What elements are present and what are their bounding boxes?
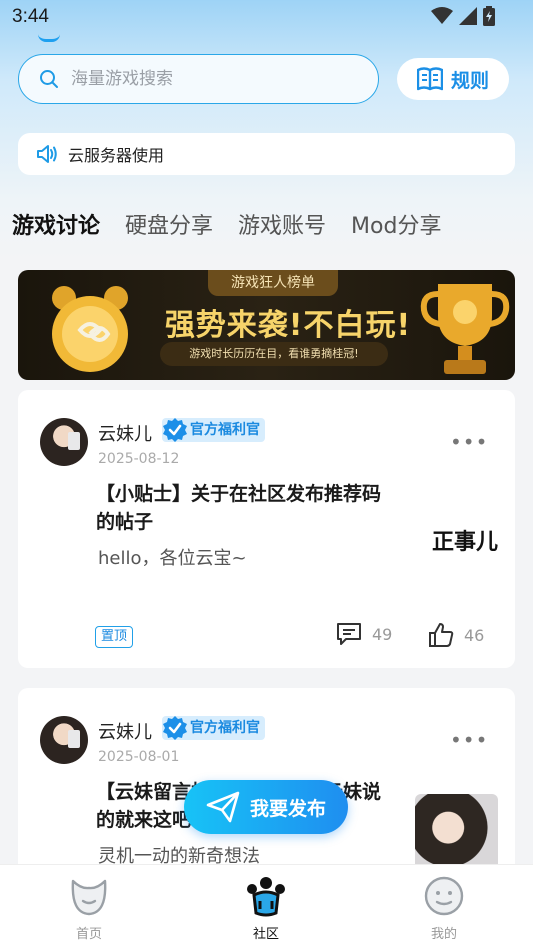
search-input[interactable] bbox=[71, 69, 351, 89]
rules-label: 规则 bbox=[450, 69, 489, 92]
avatar[interactable] bbox=[40, 716, 88, 764]
nav-mine[interactable]: 我的 bbox=[404, 875, 484, 942]
tab-game-discussion[interactable]: 游戏讨论 bbox=[12, 208, 100, 240]
verified-icon bbox=[163, 716, 187, 740]
nav-home[interactable]: 首页 bbox=[49, 875, 129, 942]
search-icon bbox=[40, 70, 58, 88]
banner-title: 强势来袭!不白玩! bbox=[164, 308, 412, 343]
badge-label: 官方福利官 bbox=[190, 422, 260, 438]
comment-count: 49 bbox=[372, 624, 393, 644]
post-thumbnail-text[interactable]: 正事儿 bbox=[432, 524, 498, 556]
official-badge: 官方福利官 bbox=[162, 716, 265, 740]
post-author[interactable]: 云妹儿 bbox=[98, 420, 152, 446]
rules-button[interactable]: 规则 bbox=[397, 58, 509, 100]
post-date: 2025-08-12 bbox=[98, 451, 180, 467]
like-count: 46 bbox=[464, 625, 485, 645]
post-date: 2025-08-01 bbox=[98, 749, 180, 765]
community-icon bbox=[247, 877, 285, 917]
signal-icon bbox=[459, 7, 477, 25]
wifi-icon bbox=[431, 7, 453, 24]
search-box[interactable] bbox=[18, 54, 379, 104]
post-body[interactable]: hello，各位云宝~ bbox=[98, 544, 247, 570]
bottom-nav: 首页 社区 我的 bbox=[0, 864, 533, 947]
nav-community-label: 社区 bbox=[252, 927, 279, 942]
more-options-icon[interactable]: ••• bbox=[450, 728, 488, 752]
tab-disk-share[interactable]: 硬盘分享 bbox=[125, 208, 213, 240]
home-face-icon bbox=[71, 879, 107, 916]
banner-subtitle: 游戏时长历历在目，看谁勇摘桂冠! bbox=[160, 342, 388, 366]
comment-button[interactable]: 49 bbox=[336, 622, 392, 646]
post-author[interactable]: 云妹儿 bbox=[98, 718, 152, 744]
pinned-tag: 置顶 bbox=[95, 626, 134, 648]
comment-icon bbox=[337, 623, 361, 645]
battery-icon bbox=[483, 6, 495, 26]
publish-label: 我要发布 bbox=[249, 797, 326, 820]
nav-home-label: 首页 bbox=[75, 927, 102, 942]
active-tab-indicator bbox=[38, 34, 60, 42]
notice-bar[interactable]: 云服务器使用 bbox=[18, 133, 515, 175]
profile-face-icon bbox=[424, 876, 464, 916]
book-icon bbox=[416, 67, 443, 91]
publish-button[interactable]: 我要发布 bbox=[184, 780, 348, 834]
verified-icon bbox=[163, 418, 187, 442]
status-icons bbox=[431, 6, 495, 26]
post-card[interactable]: 云妹儿 官方福利官 2025-08-12 ••• 【小贴士】关于在社区发布推荐码… bbox=[18, 390, 515, 668]
thumbs-up-icon bbox=[429, 623, 454, 647]
banner-tag: 游戏狂人榜单 bbox=[208, 270, 338, 296]
nav-community[interactable]: 社区 bbox=[226, 875, 306, 942]
status-time: 3:44 bbox=[12, 6, 49, 27]
like-button[interactable]: 46 bbox=[428, 622, 484, 648]
speaker-icon bbox=[37, 145, 57, 163]
tab-mod-share[interactable]: Mod分享 bbox=[351, 208, 441, 240]
nav-mine-label: 我的 bbox=[430, 927, 457, 942]
avatar[interactable] bbox=[40, 418, 88, 466]
post-title[interactable]: 【小贴士】关于在社区发布推荐码的帖子 bbox=[96, 480, 396, 536]
alarm-clock-icon bbox=[52, 286, 128, 372]
notice-text: 云服务器使用 bbox=[68, 146, 165, 165]
status-bar: 3:44 bbox=[0, 0, 533, 36]
send-icon bbox=[206, 791, 240, 823]
tab-game-account[interactable]: 游戏账号 bbox=[238, 208, 326, 240]
promo-banner[interactable]: 游戏狂人榜单 强势来袭!不白玩! 游戏时长历历在目，看谁勇摘桂冠! bbox=[18, 270, 515, 380]
more-options-icon[interactable]: ••• bbox=[450, 430, 488, 454]
trophy-icon bbox=[420, 284, 510, 374]
badge-label: 官方福利官 bbox=[190, 720, 260, 736]
category-tabs: 游戏讨论 硬盘分享 游戏账号 Mod分享 bbox=[12, 208, 441, 240]
official-badge: 官方福利官 bbox=[162, 418, 265, 442]
